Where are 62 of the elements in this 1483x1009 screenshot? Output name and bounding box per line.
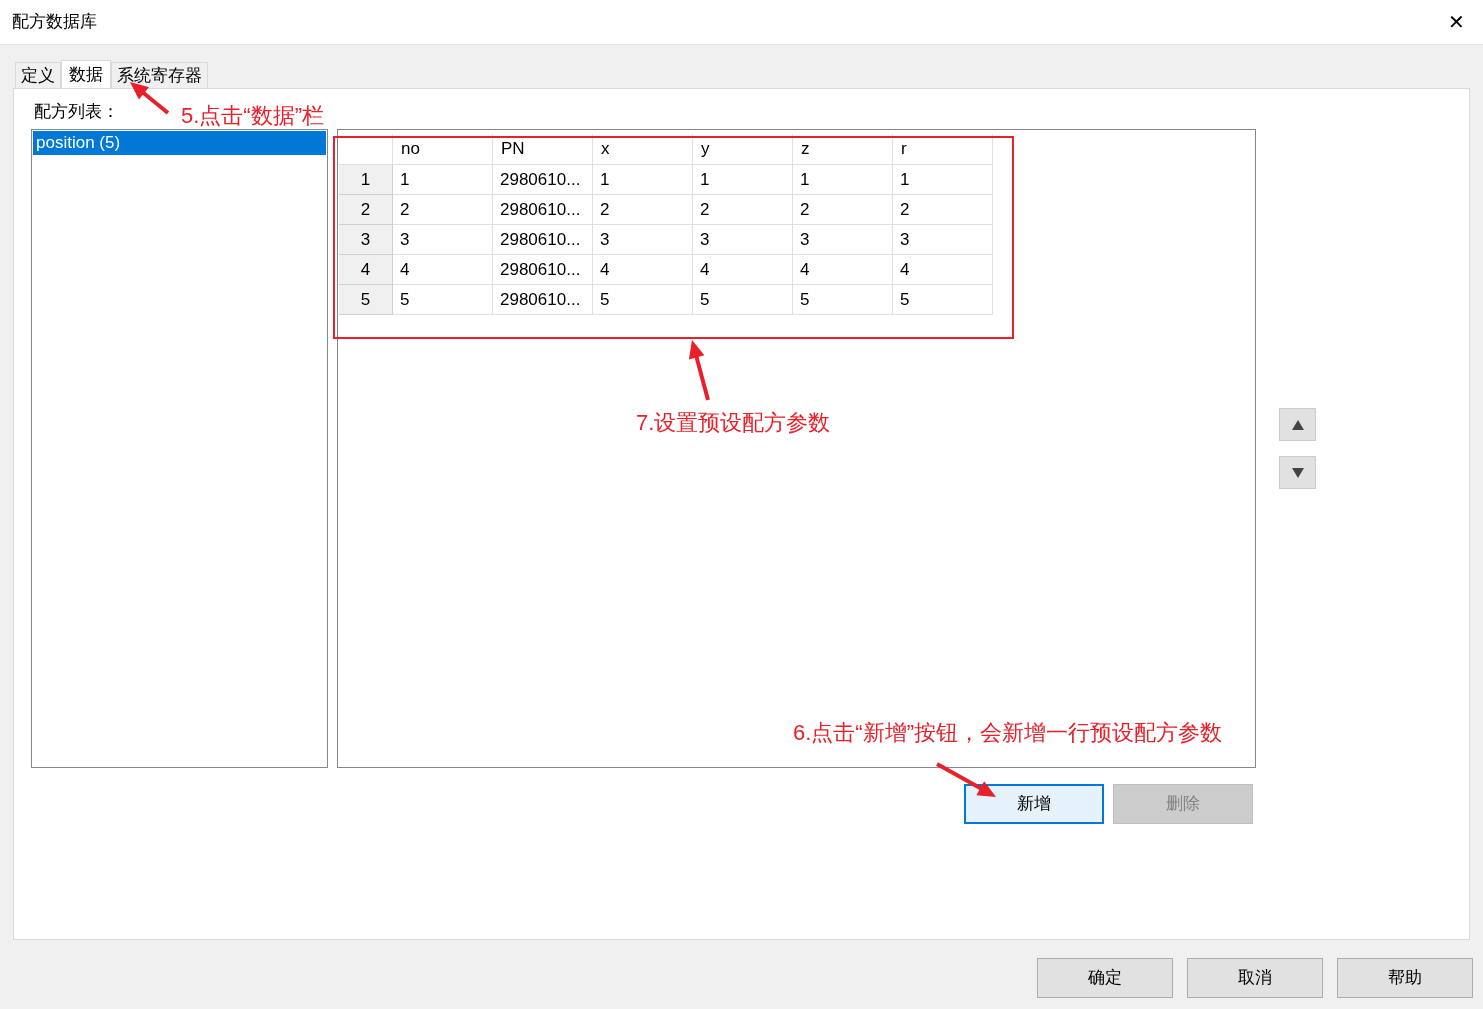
column-header: no [393,134,493,165]
table-cell: 1 [393,165,493,195]
table-cell: 5 [593,285,693,315]
table-cell: 4 [393,255,493,285]
table-cell: 2980610... [493,255,593,285]
annotation-text: 7.设置预设配方参数 [636,409,831,437]
arrow [130,82,170,115]
table-cell: 2 [593,195,693,225]
table-cell: 1 [593,165,693,195]
table-cell: 4 [593,255,693,285]
table-cell: 5 [893,285,993,315]
table-cell: 3 [793,225,893,255]
dialog-button[interactable]: 帮助 [1337,958,1473,998]
table-cell: 3 [393,225,493,255]
window-title: 配方数据库 [12,11,97,34]
dialog-button[interactable]: 确定 [1037,958,1173,998]
move-up-button[interactable] [1279,408,1316,441]
table-cell: 4 [693,255,793,285]
table-cell: 4 [793,255,893,285]
column-header: y [693,134,793,165]
tab[interactable]: 数据 [61,60,111,89]
arrow [936,762,996,797]
list-label: 配方列表： [34,101,119,123]
dialog-button[interactable]: 取消 [1187,958,1323,998]
up-arrow-icon [1291,419,1304,430]
annotation-text: 5.点击“数据”栏 [181,102,324,130]
table-cell: 5 [693,285,793,315]
row-header: 5 [339,285,393,315]
down-arrow-icon [1291,467,1304,478]
tab[interactable]: 定义 [15,62,61,88]
column-header: x [593,134,693,165]
table-cell: 2 [793,195,893,225]
table-cell: 2980610... [493,165,593,195]
column-header: r [893,134,993,165]
row-header: 2 [339,195,393,225]
action-button[interactable]: 新增 [964,784,1104,824]
column-header: PN [493,134,593,165]
annotation-text: 6.点击“新增”按钮，会新增一行预设配方参数 [793,719,1222,747]
table-cell: 2980610... [493,195,593,225]
table-cell: 4 [893,255,993,285]
table-cell: 2980610... [493,225,593,255]
row-header: 4 [339,255,393,285]
table-cell: 3 [593,225,693,255]
table-cell: 2 [893,195,993,225]
table-cell: 2 [393,195,493,225]
close-button[interactable]: ✕ [1443,9,1469,35]
tab[interactable]: 系统寄存器 [111,62,208,88]
column-header: z [793,134,893,165]
move-down-button[interactable] [1279,456,1316,489]
table-cell: 1 [693,165,793,195]
list-item[interactable]: position (5) [33,131,326,155]
table-cell: 3 [893,225,993,255]
table-cell: 1 [893,165,993,195]
table-cell: 1 [793,165,893,195]
row-header: 1 [339,165,393,195]
row-header: 3 [339,225,393,255]
table-cell: 5 [793,285,893,315]
table-cell: 2980610... [493,285,593,315]
table-cell: 2 [693,195,793,225]
table-cell: 3 [693,225,793,255]
arrow [688,340,710,401]
table-cell: 5 [393,285,493,315]
